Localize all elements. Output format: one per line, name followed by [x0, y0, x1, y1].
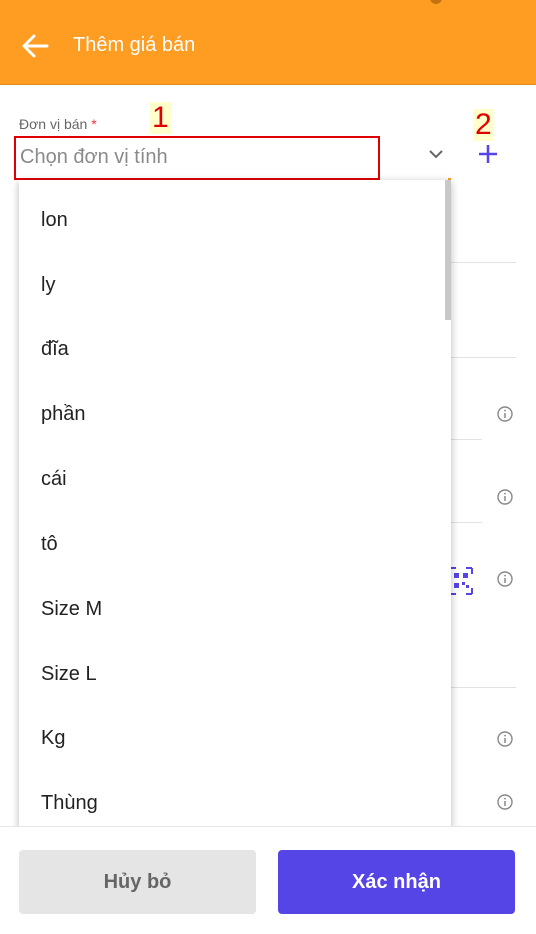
unit-field-label: Đơn vị bán * [19, 116, 97, 132]
add-unit-icon[interactable] [477, 143, 499, 165]
chevron-down-icon[interactable] [428, 147, 444, 161]
unit-select[interactable]: Chọn đơn vị tính [14, 136, 380, 180]
divider [451, 262, 516, 263]
divider [451, 357, 516, 358]
info-icon[interactable] [497, 406, 513, 422]
annotation-badge-2: 2 [473, 108, 494, 141]
unit-label-text: Đơn vị bán [19, 116, 88, 132]
info-icon[interactable] [497, 489, 513, 505]
back-arrow-icon[interactable] [20, 32, 50, 60]
barcode-scan-icon[interactable] [448, 566, 474, 596]
dropdown-option[interactable]: cái [41, 468, 67, 491]
unit-dropdown-menu: lon ly đĩa phần cái tô Size M Size L Kg … [19, 180, 451, 851]
info-icon[interactable] [497, 794, 513, 810]
dropdown-scrollbar[interactable] [445, 180, 451, 320]
dropdown-option[interactable]: tô [41, 533, 58, 556]
dropdown-option[interactable]: đĩa [41, 338, 69, 361]
required-mark: * [91, 116, 97, 132]
dropdown-option[interactable]: lon [41, 209, 68, 232]
dropdown-option[interactable]: Kg [41, 727, 65, 750]
dropdown-option[interactable]: phần [41, 403, 86, 426]
confirm-button[interactable]: Xác nhận [278, 850, 515, 914]
app-bar: Thêm giá bán [0, 0, 536, 85]
dropdown-option[interactable]: ly [41, 274, 55, 297]
info-icon[interactable] [497, 571, 513, 587]
info-icon[interactable] [497, 731, 513, 747]
dropdown-option[interactable]: Thùng [41, 792, 98, 815]
divider [451, 439, 482, 440]
dropdown-option[interactable]: Size M [41, 598, 102, 621]
cancel-button[interactable]: Hủy bỏ [19, 850, 256, 914]
divider [451, 687, 516, 688]
unit-select-placeholder: Chọn đơn vị tính [20, 146, 168, 168]
dropdown-option[interactable]: Size L [41, 663, 97, 686]
divider [451, 522, 482, 523]
annotation-badge-1: 1 [150, 101, 171, 134]
status-indicator [430, 0, 442, 4]
page-title: Thêm giá bán [73, 34, 196, 56]
